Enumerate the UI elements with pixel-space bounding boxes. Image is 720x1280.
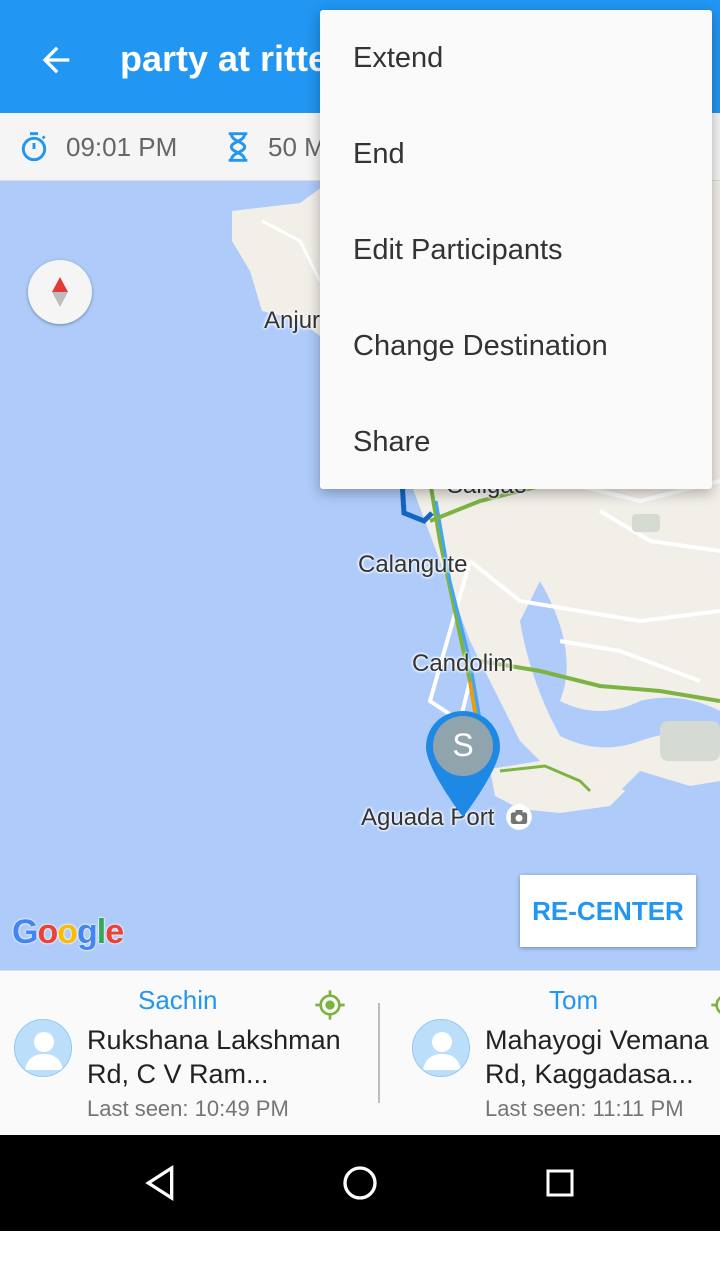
logo-letter: o xyxy=(57,913,78,951)
start-time: 09:01 PM xyxy=(18,131,177,163)
duration: 50 M xyxy=(224,131,326,163)
avatar xyxy=(412,1019,470,1077)
back-button[interactable] xyxy=(32,36,80,84)
place-label-calangute: Calangute xyxy=(358,551,468,578)
address-line: Rd, Kaggadasa... xyxy=(485,1059,694,1089)
my-location-icon[interactable] xyxy=(710,989,720,1021)
logo-letter: o xyxy=(37,913,58,951)
place-label-anjur: Anjur xyxy=(264,307,321,334)
camera-icon xyxy=(506,804,532,830)
my-location-icon[interactable] xyxy=(314,989,346,1021)
start-time-label: 09:01 PM xyxy=(66,131,178,162)
participant-name: Tom xyxy=(549,985,599,1015)
logo-letter: l xyxy=(96,913,107,951)
marker-letter: S xyxy=(452,727,474,763)
square-recents-icon xyxy=(546,1169,574,1197)
circle-home-icon xyxy=(343,1166,377,1200)
menu-item-edit-participants[interactable]: Edit Participants xyxy=(320,202,712,298)
arrow-back-icon xyxy=(42,46,70,74)
participants-panel[interactable]: Sachin Rukshana Lakshman Rd, C V Ram... … xyxy=(0,970,720,1135)
triangle-back-icon xyxy=(145,1164,174,1202)
participant-address: Mahayogi Vemana Rd, Kaggadasa... xyxy=(485,1023,720,1091)
menu-item-end[interactable]: End xyxy=(320,106,712,202)
recenter-button[interactable]: RE-CENTER xyxy=(520,875,696,947)
map-pin-icon xyxy=(426,711,500,817)
address-line: Rukshana Lakshman xyxy=(87,1025,341,1055)
duration-label: 50 M xyxy=(268,131,326,162)
menu-item-change-destination[interactable]: Change Destination xyxy=(320,298,712,394)
overflow-menu: Extend End Edit Participants Change Dest… xyxy=(320,10,712,489)
google-logo: Google xyxy=(12,913,124,952)
stopwatch-icon xyxy=(21,132,47,162)
menu-item-share[interactable]: Share xyxy=(320,394,712,490)
address-line: Rd, C V Ram... xyxy=(87,1059,269,1089)
last-seen: Last seen: 11:11 PM xyxy=(485,1096,684,1121)
compass-button[interactable] xyxy=(28,260,92,324)
address-line: Mahayogi Vemana xyxy=(485,1025,709,1055)
logo-letter: e xyxy=(105,913,124,951)
card-divider xyxy=(378,1003,380,1103)
menu-item-extend[interactable]: Extend xyxy=(320,10,712,106)
logo-letter: G xyxy=(12,913,38,951)
page-title: party at ritte xyxy=(120,38,329,79)
hourglass-icon xyxy=(228,132,248,162)
avatar xyxy=(14,1019,72,1077)
last-seen: Last seen: 10:49 PM xyxy=(87,1096,289,1121)
participant-card[interactable]: Tom Mahayogi Vemana Rd, Kaggadasa... Las… xyxy=(398,971,720,1135)
place-label-candolim: Candolim xyxy=(412,650,514,677)
system-nav-bar xyxy=(0,1135,720,1231)
nav-recents-button[interactable] xyxy=(536,1159,584,1207)
person-icon xyxy=(25,1032,63,1070)
compass-icon xyxy=(52,277,68,307)
nav-home-button[interactable] xyxy=(336,1159,384,1207)
nav-back-button[interactable] xyxy=(136,1159,184,1207)
logo-letter: g xyxy=(77,913,98,951)
participant-address: Rukshana Lakshman Rd, C V Ram... xyxy=(87,1023,387,1091)
participant-name: Sachin xyxy=(138,985,218,1015)
participant-marker[interactable]: S xyxy=(424,709,502,819)
participant-card[interactable]: Sachin Rukshana Lakshman Rd, C V Ram... … xyxy=(0,971,378,1135)
person-icon xyxy=(423,1032,461,1070)
